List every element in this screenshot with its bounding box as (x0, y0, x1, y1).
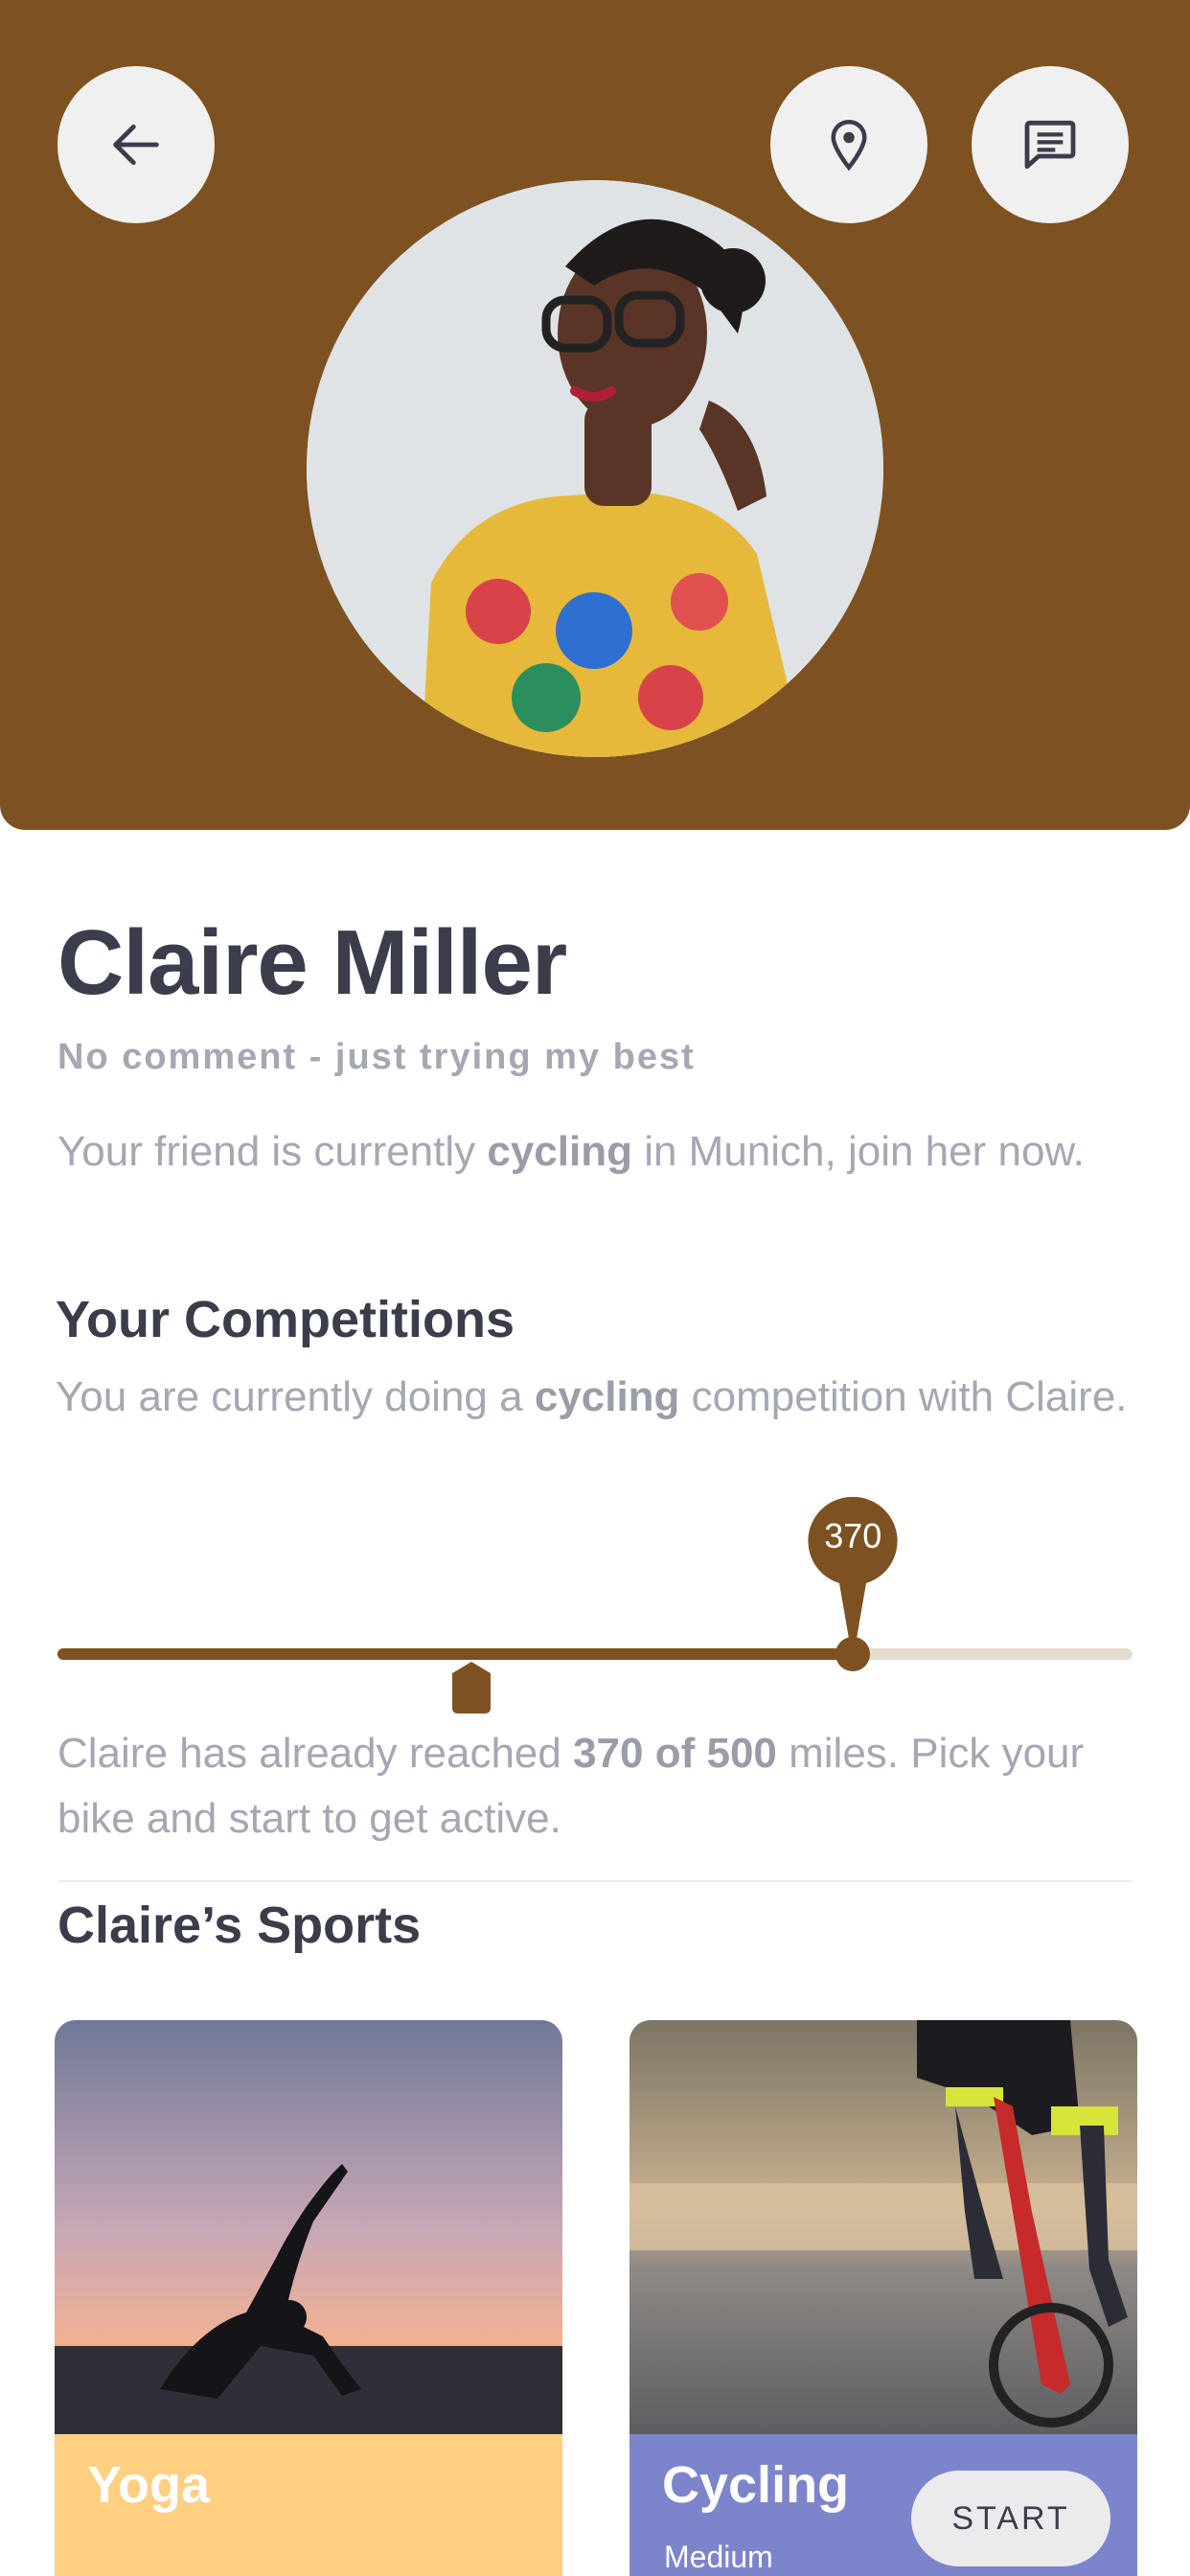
activity-status: Your friend is currently cycling in Muni… (57, 1128, 1086, 1175)
profile-avatar (307, 180, 883, 757)
back-button[interactable] (57, 66, 215, 223)
competitions-title: Your Competitions (56, 1291, 515, 1348)
yoga-photo (55, 2020, 562, 2434)
slider-thumb[interactable] (835, 1637, 871, 1671)
section-divider (57, 1880, 1133, 1882)
arrow-left-icon (113, 124, 159, 166)
chat-icon (1024, 120, 1076, 170)
slider-value-label: 370 (824, 1516, 882, 1555)
cycling-photo (629, 2020, 1137, 2434)
progress-highlight: 370 of 500 (573, 1730, 777, 1777)
activity-highlight: cycling (487, 1128, 632, 1175)
profile-tagline: No comment - just trying my best (57, 1037, 696, 1077)
opponent-marker (450, 1660, 492, 1715)
sport-card-yoga[interactable]: Yoga (55, 2020, 562, 2576)
yoga-card-footer: Yoga (55, 2434, 562, 2576)
location-pin-icon (831, 119, 867, 172)
sport-card-cycling[interactable]: Cycling Medium START (629, 2020, 1137, 2576)
competition-progress-slider[interactable]: 370 (0, 1485, 1190, 1715)
competition-activity-highlight: cycling (534, 1373, 680, 1420)
location-button[interactable] (770, 66, 927, 223)
slider-track-fill (57, 1648, 854, 1660)
sport-card-level: Medium (664, 2540, 773, 2574)
slider-value-pin: 370 (807, 1495, 899, 1648)
profile-name: Claire Miller (57, 911, 567, 1014)
sports-title: Claire’s Sports (57, 1897, 422, 1954)
competitions-description: You are currently doing a cycling compet… (56, 1373, 1128, 1420)
start-button[interactable]: START (911, 2471, 1110, 2566)
progress-text: Claire has already reached 370 of 500 mi… (57, 1730, 1085, 1842)
sport-card-title: Yoga (87, 2456, 211, 2514)
cycling-card-footer: Cycling Medium START (629, 2434, 1137, 2576)
chat-button[interactable] (972, 66, 1129, 223)
profile-header (0, 0, 1190, 830)
sport-card-title: Cycling (662, 2456, 850, 2514)
avatar-photo (307, 180, 883, 757)
